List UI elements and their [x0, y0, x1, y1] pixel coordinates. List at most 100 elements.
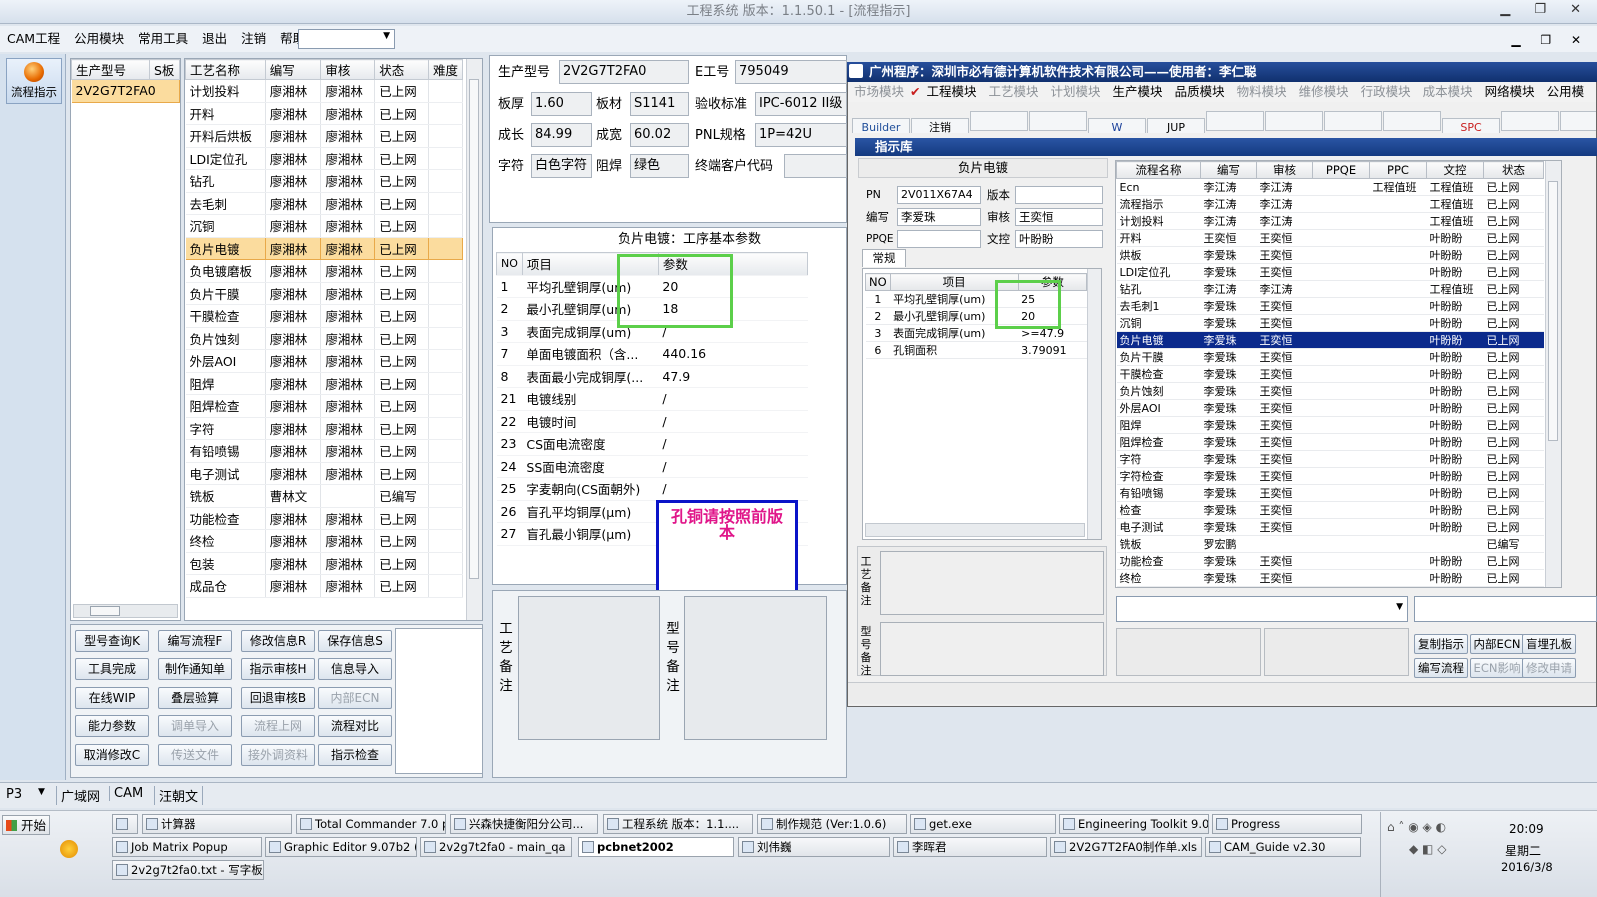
- action-button[interactable]: 调单导入: [158, 715, 232, 737]
- taskbar-button[interactable]: Total Commander 7.0 p...: [296, 814, 446, 834]
- col-header[interactable]: 流程名称: [1116, 161, 1201, 179]
- taskbar-button[interactable]: 制作规范 (Ver:1.0.6): [757, 814, 907, 834]
- toolbar-button[interactable]: [1029, 111, 1087, 131]
- action-button[interactable]: 编写流程F: [158, 630, 232, 652]
- menu-tools[interactable]: 常用工具: [131, 26, 195, 52]
- toolbar-button[interactable]: SPC: [1442, 118, 1500, 133]
- flow-row[interactable]: 沉铜 李爱珠 王奕恒 叶盼盼 已上网: [1116, 314, 1544, 332]
- flow-row[interactable]: 开料 王奕恒 王奕恒 叶盼盼 已上网: [1116, 229, 1544, 247]
- table-row[interactable]: 负片蚀刻 廖湘林 廖湘林 已上网: [185, 327, 464, 350]
- popup-model-remark[interactable]: [880, 622, 1104, 676]
- col-header[interactable]: PPC: [1369, 161, 1427, 179]
- col-header[interactable]: 文控: [1426, 161, 1484, 179]
- pn-field[interactable]: 2V011X67A4: [897, 186, 981, 204]
- pnl-field[interactable]: 1P=42U: [755, 123, 847, 147]
- param-row[interactable]: 23 CS面电流密度 /: [496, 432, 808, 456]
- param-row[interactable]: 25 字麦朝向(CS面朝外) /: [496, 477, 808, 501]
- clock-time[interactable]: 20:09: [1509, 822, 1544, 836]
- status-cam[interactable]: CAM: [109, 786, 143, 801]
- table-row[interactable]: 负片电镀 廖湘林 廖湘林 已上网: [185, 237, 464, 260]
- toolbar-button[interactable]: [1206, 111, 1264, 131]
- popup-menu-item[interactable]: 网络模块: [1479, 82, 1541, 102]
- thick-field[interactable]: 1.60: [531, 92, 592, 116]
- popup-menu-item[interactable]: 品质模块: [1169, 82, 1231, 102]
- popup-menu-item[interactable]: 公用模: [1541, 82, 1591, 102]
- flow-input[interactable]: [1414, 596, 1597, 622]
- table-row[interactable]: 阻焊 廖湘林 廖湘林 已上网: [185, 372, 464, 395]
- menu-logout[interactable]: 注销: [234, 26, 273, 52]
- len-field[interactable]: 84.99: [531, 123, 592, 147]
- popup-action-button[interactable]: ECN影响: [1470, 658, 1524, 678]
- popup-menu-item[interactable]: 市场模块: [848, 82, 910, 102]
- popup-menu-item[interactable]: 维修模块: [1293, 82, 1355, 102]
- action-button[interactable]: 指示检查: [318, 744, 392, 766]
- toolbar-button[interactable]: [970, 111, 1028, 131]
- popup-process-remark[interactable]: [880, 551, 1104, 615]
- eno-field[interactable]: 795049: [735, 60, 847, 84]
- param-row[interactable]: 7 单面电镀面积（含... 440.16: [496, 342, 808, 366]
- tray-icons[interactable]: ◆ ◧ ◇: [1409, 842, 1446, 856]
- flow-row[interactable]: 有铅喷锡 李爱珠 王奕恒 叶盼盼 已上网: [1116, 484, 1544, 502]
- action-button[interactable]: 指示审核H: [241, 658, 315, 680]
- param-row[interactable]: 24 SS面电流密度 /: [496, 455, 808, 478]
- tab-general[interactable]: 常规: [862, 249, 906, 267]
- ver-field[interactable]: [1015, 186, 1103, 204]
- popup-menu-item[interactable]: 工艺模块: [983, 82, 1045, 102]
- taskbar-button[interactable]: Job Matrix Popup: [112, 837, 262, 857]
- tray-icons[interactable]: ⌂ ˄ ◉ ◈ ◐: [1387, 820, 1446, 834]
- param-row[interactable]: 22 电镀时间 /: [496, 410, 808, 433]
- action-button[interactable]: 接外调资料: [241, 744, 315, 766]
- menu-exit[interactable]: 退出: [195, 26, 234, 52]
- cust-field[interactable]: [784, 154, 847, 178]
- flow-row[interactable]: 功能检查 李爱珠 王奕恒 叶盼盼 已上网: [1116, 552, 1544, 570]
- table-row[interactable]: 干膜检查 廖湘林 廖湘林 已上网: [185, 304, 464, 328]
- author-field[interactable]: 李爱珠: [897, 208, 981, 226]
- action-button[interactable]: 取消修改C: [75, 744, 149, 766]
- flow-row[interactable]: 电子测试 李爱珠 王奕恒 叶盼盼 已上网: [1116, 518, 1544, 536]
- table-row[interactable]: 负片干膜 廖湘林 廖湘林 已上网: [185, 282, 464, 305]
- popup-action-button[interactable]: 内部ECN: [1470, 634, 1524, 654]
- col-header[interactable]: 生产型号: [71, 59, 150, 80]
- taskbar-button[interactable]: Engineering Toolkit 9.0...: [1059, 814, 1209, 834]
- flow-row[interactable]: 计划投料 李江涛 李江涛 工程值班 已上网: [1116, 212, 1544, 230]
- menu-cam[interactable]: CAM工程: [0, 26, 67, 52]
- h-scrollbar[interactable]: [73, 604, 178, 618]
- popup-menu-item[interactable]: 计划模块: [1045, 82, 1107, 102]
- flow-row[interactable]: 钻孔 李江涛 李江涛 工程值班 已上网: [1116, 280, 1544, 298]
- table-row[interactable]: 功能检查 廖湘林 廖湘林 已上网: [185, 507, 464, 530]
- status-p3[interactable]: P3: [6, 787, 22, 802]
- mat-field[interactable]: S1141: [630, 92, 689, 116]
- flow-row[interactable]: 负片电镀 李爱珠 王奕恒 叶盼盼 已上网: [1116, 331, 1544, 349]
- table-row[interactable]: 负电镀磨板 廖湘林 廖湘林 已上网: [185, 259, 464, 283]
- table-row[interactable]: 开料后烘板 廖湘林 廖湘林 已上网: [185, 124, 464, 148]
- popup-action-button[interactable]: 修改申请: [1522, 658, 1576, 678]
- flow-combo[interactable]: ▼: [1116, 596, 1408, 622]
- action-button[interactable]: 修改信息R: [241, 630, 315, 652]
- col-header[interactable]: 编写: [1200, 161, 1257, 179]
- v-scrollbar[interactable]: [466, 59, 482, 620]
- rev-field[interactable]: 王奕恒: [1015, 208, 1103, 226]
- taskbar-button[interactable]: 2v2g7t2fa0.txt - 写字板: [112, 860, 264, 880]
- table-row[interactable]: 钻孔 廖湘林 廖湘林 已上网: [185, 169, 464, 193]
- action-button[interactable]: 传送文件: [158, 744, 232, 766]
- col-header[interactable]: S板: [149, 59, 180, 80]
- col-header[interactable]: 状态: [1483, 161, 1544, 179]
- flow-row[interactable]: LDI定位孔 李爱珠 王奕恒 叶盼盼 已上网: [1116, 263, 1544, 281]
- flow-row[interactable]: 字符检查 李爱珠 王奕恒 叶盼盼 已上网: [1116, 467, 1544, 485]
- taskbar-button[interactable]: 刘伟巍: [738, 837, 890, 857]
- toolbar-button[interactable]: [1324, 111, 1382, 131]
- toolbar-button[interactable]: [1501, 111, 1559, 131]
- flow-row[interactable]: 烘板 李爱珠 王奕恒 叶盼盼 已上网: [1116, 246, 1544, 264]
- table-row[interactable]: LDI定位孔 廖湘林 廖湘林 已上网: [185, 147, 464, 170]
- popup-menu-item[interactable]: 成本模块: [1417, 82, 1479, 102]
- col-header[interactable]: 状态: [374, 59, 429, 80]
- taskbar-button[interactable]: get.exe: [910, 814, 1056, 834]
- table-row[interactable]: 铣板 曹林文 已编写: [185, 484, 464, 508]
- status-user[interactable]: 汪朝文: [154, 786, 204, 805]
- col-header[interactable]: NO: [496, 252, 523, 276]
- toolbar-button[interactable]: JUP: [1147, 118, 1205, 133]
- popup-memo-a[interactable]: [1116, 628, 1261, 676]
- start-button[interactable]: 开始: [2, 815, 50, 835]
- taskbar-button[interactable]: 李晖君: [893, 837, 1047, 857]
- table-row[interactable]: 成品仓 廖湘林 廖湘林 已上网: [185, 574, 464, 598]
